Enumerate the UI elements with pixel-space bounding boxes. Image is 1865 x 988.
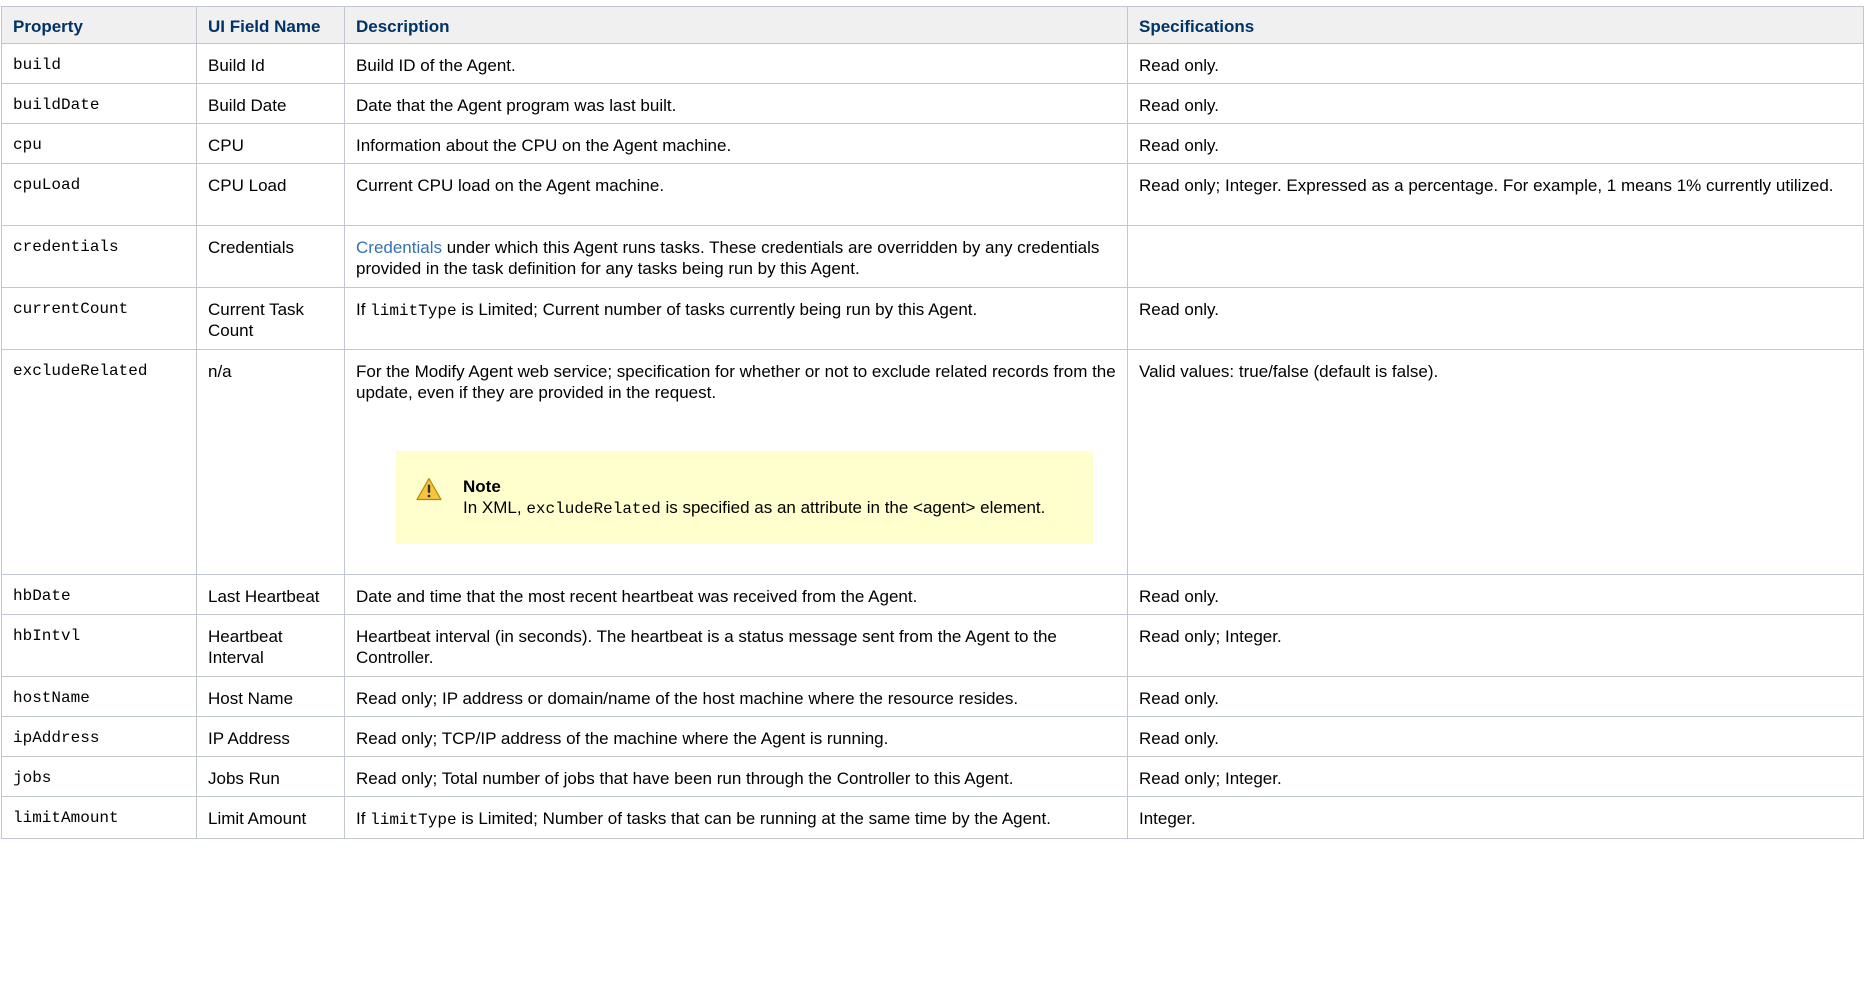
table-row: ipAddress IP Address Read only; TCP/IP a… bbox=[1, 716, 1864, 757]
description-cell: Date that the Agent program was last bui… bbox=[344, 83, 1128, 124]
header-property: Property bbox=[1, 6, 197, 44]
note-rest: is specified as an attribute in the <age… bbox=[660, 498, 1046, 517]
specifications-cell: Read only. bbox=[1127, 716, 1864, 757]
description-cell: Date and time that the most recent heart… bbox=[344, 574, 1128, 615]
ui-field-cell: Limit Amount bbox=[196, 796, 345, 839]
description-text: is Limited; Current number of tasks curr… bbox=[456, 300, 978, 319]
ui-field-cell: n/a bbox=[196, 349, 345, 575]
property-cell: excludeRelated bbox=[1, 349, 197, 575]
description-prefix: If bbox=[356, 809, 371, 828]
description-cell: Build ID of the Agent. bbox=[344, 43, 1128, 84]
code-excluderelated: excludeRelated bbox=[526, 500, 661, 518]
ui-field-cell: Last Heartbeat bbox=[196, 574, 345, 615]
description-text: For the Modify Agent web service; specif… bbox=[356, 362, 1116, 402]
specifications-cell bbox=[1127, 225, 1864, 288]
property-cell: jobs bbox=[1, 756, 197, 797]
ui-field-cell: Jobs Run bbox=[196, 756, 345, 797]
description-cell: Credentials under which this Agent runs … bbox=[344, 225, 1128, 288]
description-cell: If limitType is Limited; Number of tasks… bbox=[344, 796, 1128, 839]
specifications-cell: Read only. bbox=[1127, 287, 1864, 350]
table-row: limitAmount Limit Amount If limitType is… bbox=[1, 796, 1864, 839]
description-prefix: If bbox=[356, 300, 371, 319]
ui-field-cell: Credentials bbox=[196, 225, 345, 288]
ui-field-cell: Heartbeat Interval bbox=[196, 614, 345, 677]
note-body: In XML, excludeRelated is specified as a… bbox=[463, 497, 1045, 520]
code-limittype: limitType bbox=[370, 302, 457, 320]
property-cell: limitAmount bbox=[1, 796, 197, 839]
description-text: is Limited; Number of tasks that can be … bbox=[456, 809, 1051, 828]
ui-field-cell: CPU bbox=[196, 123, 345, 164]
property-cell: credentials bbox=[1, 225, 197, 288]
description-cell: Heartbeat interval (in seconds). The hea… bbox=[344, 614, 1128, 677]
table-row: hostName Host Name Read only; IP address… bbox=[1, 676, 1864, 717]
table-row: cpuLoad CPU Load Current CPU load on the… bbox=[1, 163, 1864, 226]
ui-field-cell: IP Address bbox=[196, 716, 345, 757]
specifications-cell: Integer. bbox=[1127, 796, 1864, 839]
specifications-cell: Read only. bbox=[1127, 574, 1864, 615]
note-prefix: In XML, bbox=[463, 498, 527, 517]
credentials-link[interactable]: Credentials bbox=[356, 238, 442, 257]
specifications-cell: Read only. bbox=[1127, 43, 1864, 84]
property-cell: cpuLoad bbox=[1, 163, 197, 226]
description-cell: Current CPU load on the Agent machine. bbox=[344, 163, 1128, 226]
table-row: currentCount Current Task Count If limit… bbox=[1, 287, 1864, 350]
header-description: Description bbox=[344, 6, 1128, 44]
description-cell: Read only; IP address or domain/name of … bbox=[344, 676, 1128, 717]
specifications-cell: Read only. bbox=[1127, 123, 1864, 164]
description-text: under which this Agent runs tasks. These… bbox=[356, 238, 1100, 278]
code-limittype: limitType bbox=[370, 811, 457, 829]
table-header-row: Property UI Field Name Description Speci… bbox=[1, 6, 1864, 44]
note-panel: Note In XML, excludeRelated is specified… bbox=[396, 451, 1093, 544]
description-cell: If limitType is Limited; Current number … bbox=[344, 287, 1128, 350]
specifications-cell: Read only; Integer. bbox=[1127, 614, 1864, 677]
ui-field-cell: CPU Load bbox=[196, 163, 345, 226]
note-content: Note In XML, excludeRelated is specified… bbox=[463, 477, 1045, 520]
property-cell: buildDate bbox=[1, 83, 197, 124]
property-cell: hbIntvl bbox=[1, 614, 197, 677]
property-cell: hostName bbox=[1, 676, 197, 717]
description-cell: Information about the CPU on the Agent m… bbox=[344, 123, 1128, 164]
header-ui-field-name: UI Field Name bbox=[196, 6, 345, 44]
property-cell: currentCount bbox=[1, 287, 197, 350]
description-cell: For the Modify Agent web service; specif… bbox=[344, 349, 1128, 575]
table-row: credentials Credentials Credentials unde… bbox=[1, 225, 1864, 288]
property-cell: hbDate bbox=[1, 574, 197, 615]
ui-field-cell: Build Id bbox=[196, 43, 345, 84]
ui-field-cell: Current Task Count bbox=[196, 287, 345, 350]
table-row: hbIntvl Heartbeat Interval Heartbeat int… bbox=[1, 614, 1864, 677]
header-specifications: Specifications bbox=[1127, 6, 1864, 44]
specifications-cell: Read only; Integer. Expressed as a perce… bbox=[1127, 163, 1864, 226]
specifications-cell: Valid values: true/false (default is fal… bbox=[1127, 349, 1864, 575]
ui-field-cell: Host Name bbox=[196, 676, 345, 717]
table-row: cpu CPU Information about the CPU on the… bbox=[1, 123, 1864, 164]
description-cell: Read only; TCP/IP address of the machine… bbox=[344, 716, 1128, 757]
property-cell: build bbox=[1, 43, 197, 84]
properties-table: Property UI Field Name Description Speci… bbox=[1, 6, 1864, 839]
warning-icon bbox=[416, 477, 442, 501]
note-title: Note bbox=[463, 477, 501, 496]
table-row: build Build Id Build ID of the Agent. Re… bbox=[1, 43, 1864, 84]
specifications-cell: Read only; Integer. bbox=[1127, 756, 1864, 797]
table-row: excludeRelated n/a For the Modify Agent … bbox=[1, 349, 1864, 575]
description-cell: Read only; Total number of jobs that hav… bbox=[344, 756, 1128, 797]
property-cell: cpu bbox=[1, 123, 197, 164]
table-row: buildDate Build Date Date that the Agent… bbox=[1, 83, 1864, 124]
specifications-cell: Read only. bbox=[1127, 83, 1864, 124]
property-cell: ipAddress bbox=[1, 716, 197, 757]
table-row: jobs Jobs Run Read only; Total number of… bbox=[1, 756, 1864, 797]
table-row: hbDate Last Heartbeat Date and time that… bbox=[1, 574, 1864, 615]
ui-field-cell: Build Date bbox=[196, 83, 345, 124]
specifications-cell: Read only. bbox=[1127, 676, 1864, 717]
